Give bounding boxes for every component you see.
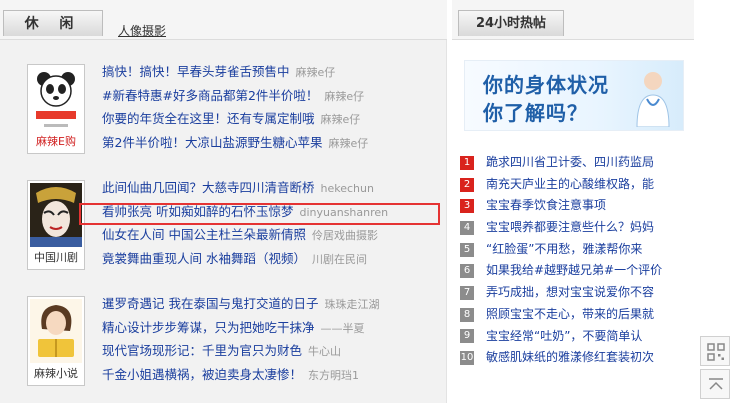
thumb-caption: 麻辣小说 bbox=[34, 367, 78, 380]
rank-badge: 8 bbox=[460, 307, 474, 322]
thumb-caption: 麻辣E购 bbox=[36, 135, 76, 148]
panda-logo-icon bbox=[30, 67, 82, 131]
item-list: 搞快！搞快！早春头芽雀舌预售中 麻辣e仔 #新春特惠#好多商品都第2件半价啦！ 麻辣… bbox=[102, 60, 368, 154]
back-to-top-button[interactable] bbox=[700, 369, 730, 399]
leisure-header: 休 闲 人像摄影 bbox=[0, 0, 447, 40]
tab-portrait-photography[interactable]: 人像摄影 bbox=[118, 22, 166, 39]
item-author[interactable]: hekechun bbox=[321, 182, 374, 195]
item-title-link[interactable]: #新春特惠#好多商品都第2件半价啦！ bbox=[102, 88, 318, 103]
hot-posts-panel: 24小时热帖 你的身体状况 你了解吗？ 1 跪求四川省卫计委、四川药监局 2 南充天… bbox=[452, 0, 694, 403]
qr-code-button[interactable] bbox=[700, 336, 730, 366]
thumb-caption: 中国川剧 bbox=[34, 251, 78, 264]
item-title-link[interactable]: 暹罗奇遇记 我在泰国与鬼打交道的日子 bbox=[102, 296, 318, 311]
hot-item-link[interactable]: 敏感肌妹纸的雅漾修红套装初次 bbox=[486, 347, 696, 369]
item-author[interactable]: ——半夏 bbox=[321, 322, 365, 335]
highlight-box bbox=[79, 203, 440, 225]
item-title-link[interactable]: 千金小姐遇横祸，被迫卖身太凄惨！ bbox=[102, 367, 302, 382]
hot-item: 10 敏感肌妹纸的雅漾修红套装初次 bbox=[460, 347, 696, 369]
list-item: 你要的年货全在这里！还有专属定制哦 麻辣e仔 bbox=[102, 107, 368, 131]
item-author[interactable]: 东方明珰1 bbox=[308, 369, 359, 382]
item-author[interactable]: 麻辣e仔 bbox=[328, 137, 368, 150]
banner-line-1: 你的身体状况 bbox=[483, 73, 609, 97]
health-banner[interactable]: 你的身体状况 你了解吗？ bbox=[464, 60, 684, 131]
hot-item: 2 南充天庐业主的心酸维权路，能 bbox=[460, 174, 696, 196]
item-list: 暹罗奇遇记 我在泰国与鬼打交道的日子 珠珠走江湖 精心设计步步筹谋，只为把她吃干抹… bbox=[102, 292, 379, 386]
list-item: 现代官场现形记：千里为官只为财色 牛心山 bbox=[102, 339, 379, 363]
list-item: #新春特惠#好多商品都第2件半价啦！ 麻辣e仔 bbox=[102, 84, 368, 108]
hot-item: 3 宝宝春季饮食注意事项 bbox=[460, 195, 696, 217]
item-title-link[interactable]: 仙女在人间 中国公主杜兰朵最新倩照 bbox=[102, 227, 306, 242]
hot-posts-header: 24小时热帖 bbox=[452, 0, 694, 40]
thumb-novels[interactable]: 麻辣小说 bbox=[27, 296, 85, 386]
hot-item: 5 “红脸蛋”不用愁，雅漾帮你来 bbox=[460, 239, 696, 261]
hot-item: 7 弄巧成拙，想对宝宝说爱你不容 bbox=[460, 282, 696, 304]
doctor-icon bbox=[636, 72, 670, 127]
item-title-link[interactable]: 此间仙曲几回闻？大慈寺四川清音断桥 bbox=[102, 180, 315, 195]
list-item: 精心设计步步筹谋，只为把她吃干抹净 ——半夏 bbox=[102, 316, 379, 340]
item-author[interactable]: 麻辣e仔 bbox=[321, 113, 361, 126]
item-title-link[interactable]: 你要的年货全在这里！还有专属定制哦 bbox=[102, 111, 315, 126]
thumb-sichuan-opera[interactable]: 中国川剧 bbox=[27, 180, 85, 270]
rank-badge: 6 bbox=[460, 264, 474, 279]
hot-item-link[interactable]: 跪求四川省卫计委、四川药监局 bbox=[486, 152, 696, 174]
rank-badge: 9 bbox=[460, 329, 474, 344]
hot-item-link[interactable]: 如果我给#越野越兄弟#一个评价 bbox=[486, 260, 696, 282]
list-item: 搞快！搞快！早春头芽雀舌预售中 麻辣e仔 bbox=[102, 60, 368, 84]
item-title-link[interactable]: 第2件半价啦！大凉山盐源野生糖心苹果 bbox=[102, 135, 322, 150]
item-author[interactable]: 牛心山 bbox=[308, 345, 341, 358]
opera-mask-icon bbox=[30, 183, 82, 247]
list-item: 暹罗奇遇记 我在泰国与鬼打交道的日子 珠珠走江湖 bbox=[102, 292, 379, 316]
reader-girl-icon bbox=[30, 299, 82, 363]
leisure-panel: 休 闲 人像摄影 麻辣E购 搞快！搞快！早春头芽雀舌预售中 麻辣e仔 #新春特惠… bbox=[0, 0, 447, 403]
item-title-link[interactable]: 精心设计步步筹谋，只为把她吃干抹净 bbox=[102, 320, 315, 335]
rank-badge: 5 bbox=[460, 242, 474, 257]
hot-item: 9 宝宝经常“吐奶”，不要简单认 bbox=[460, 326, 696, 348]
hot-item-link[interactable]: 照顾宝宝不走心，带来的后果就 bbox=[486, 304, 696, 326]
rank-badge: 3 bbox=[460, 199, 474, 214]
rank-badge: 7 bbox=[460, 285, 474, 300]
hot-posts-body: 你的身体状况 你了解吗？ 1 跪求四川省卫计委、四川药监局 2 南充天庐业主的心酸维… bbox=[452, 40, 694, 403]
list-item: 千金小姐遇横祸，被迫卖身太凄惨！ 东方明珰1 bbox=[102, 363, 379, 387]
hot-item-link[interactable]: 宝宝春季饮食注意事项 bbox=[486, 195, 696, 217]
hot-item: 8 照顾宝宝不走心，带来的后果就 bbox=[460, 304, 696, 326]
list-item: 此间仙曲几回闻？大慈寺四川清音断桥 hekechun bbox=[102, 176, 388, 200]
item-author[interactable]: 珠珠走江湖 bbox=[324, 298, 379, 311]
rank-badge: 10 bbox=[460, 351, 474, 366]
hot-item: 6 如果我给#越野越兄弟#一个评价 bbox=[460, 260, 696, 282]
rank-badge: 2 bbox=[460, 177, 474, 192]
back-to-top-icon bbox=[709, 378, 723, 390]
item-author[interactable]: 麻辣e仔 bbox=[296, 66, 336, 79]
hot-item: 1 跪求四川省卫计委、四川药监局 bbox=[460, 152, 696, 174]
hot-item-link[interactable]: 弄巧成拙，想对宝宝说爱你不容 bbox=[486, 282, 696, 304]
item-title-link[interactable]: 竟裳舞曲重现人间 水袖舞蹈（视频） bbox=[102, 251, 306, 266]
item-author[interactable]: 麻辣e仔 bbox=[324, 90, 364, 103]
page: 休 闲 人像摄影 麻辣E购 搞快！搞快！早春头芽雀舌预售中 麻辣e仔 #新春特惠… bbox=[0, 0, 746, 403]
list-item: 第2件半价啦！大凉山盐源野生糖心苹果 麻辣e仔 bbox=[102, 131, 368, 155]
hot-item-link[interactable]: 宝宝经常“吐奶”，不要简单认 bbox=[486, 326, 696, 348]
tab-leisure[interactable]: 休 闲 bbox=[3, 10, 103, 36]
hot-item-link[interactable]: 宝宝喂养都要注意些什么？妈妈 bbox=[486, 217, 696, 239]
banner-line-2: 你了解吗？ bbox=[483, 101, 588, 125]
tab-24h-hot[interactable]: 24小时热帖 bbox=[458, 10, 564, 36]
rank-badge: 1 bbox=[460, 155, 474, 170]
thumb-shopping[interactable]: 麻辣E购 bbox=[27, 64, 85, 154]
rank-badge: 4 bbox=[460, 220, 474, 235]
item-author[interactable]: 伶居戏曲摄影 bbox=[312, 229, 378, 242]
hot-list: 1 跪求四川省卫计委、四川药监局 2 南充天庐业主的心酸维权路，能 3 宝宝春季饮食注… bbox=[460, 152, 696, 369]
list-item: 仙女在人间 中国公主杜兰朵最新倩照 伶居戏曲摄影 bbox=[102, 223, 388, 247]
item-title-link[interactable]: 现代官场现形记：千里为官只为财色 bbox=[102, 343, 302, 358]
list-item: 竟裳舞曲重现人间 水袖舞蹈（视频） 川剧在民间 bbox=[102, 247, 388, 271]
hot-item: 4 宝宝喂养都要注意些什么？妈妈 bbox=[460, 217, 696, 239]
hot-item-link[interactable]: 南充天庐业主的心酸维权路，能 bbox=[486, 174, 696, 196]
qr-code-icon bbox=[707, 343, 725, 361]
hot-item-link[interactable]: “红脸蛋”不用愁，雅漾帮你来 bbox=[486, 239, 696, 261]
item-author[interactable]: 川剧在民间 bbox=[312, 253, 367, 266]
item-title-link[interactable]: 搞快！搞快！早春头芽雀舌预售中 bbox=[102, 64, 290, 79]
